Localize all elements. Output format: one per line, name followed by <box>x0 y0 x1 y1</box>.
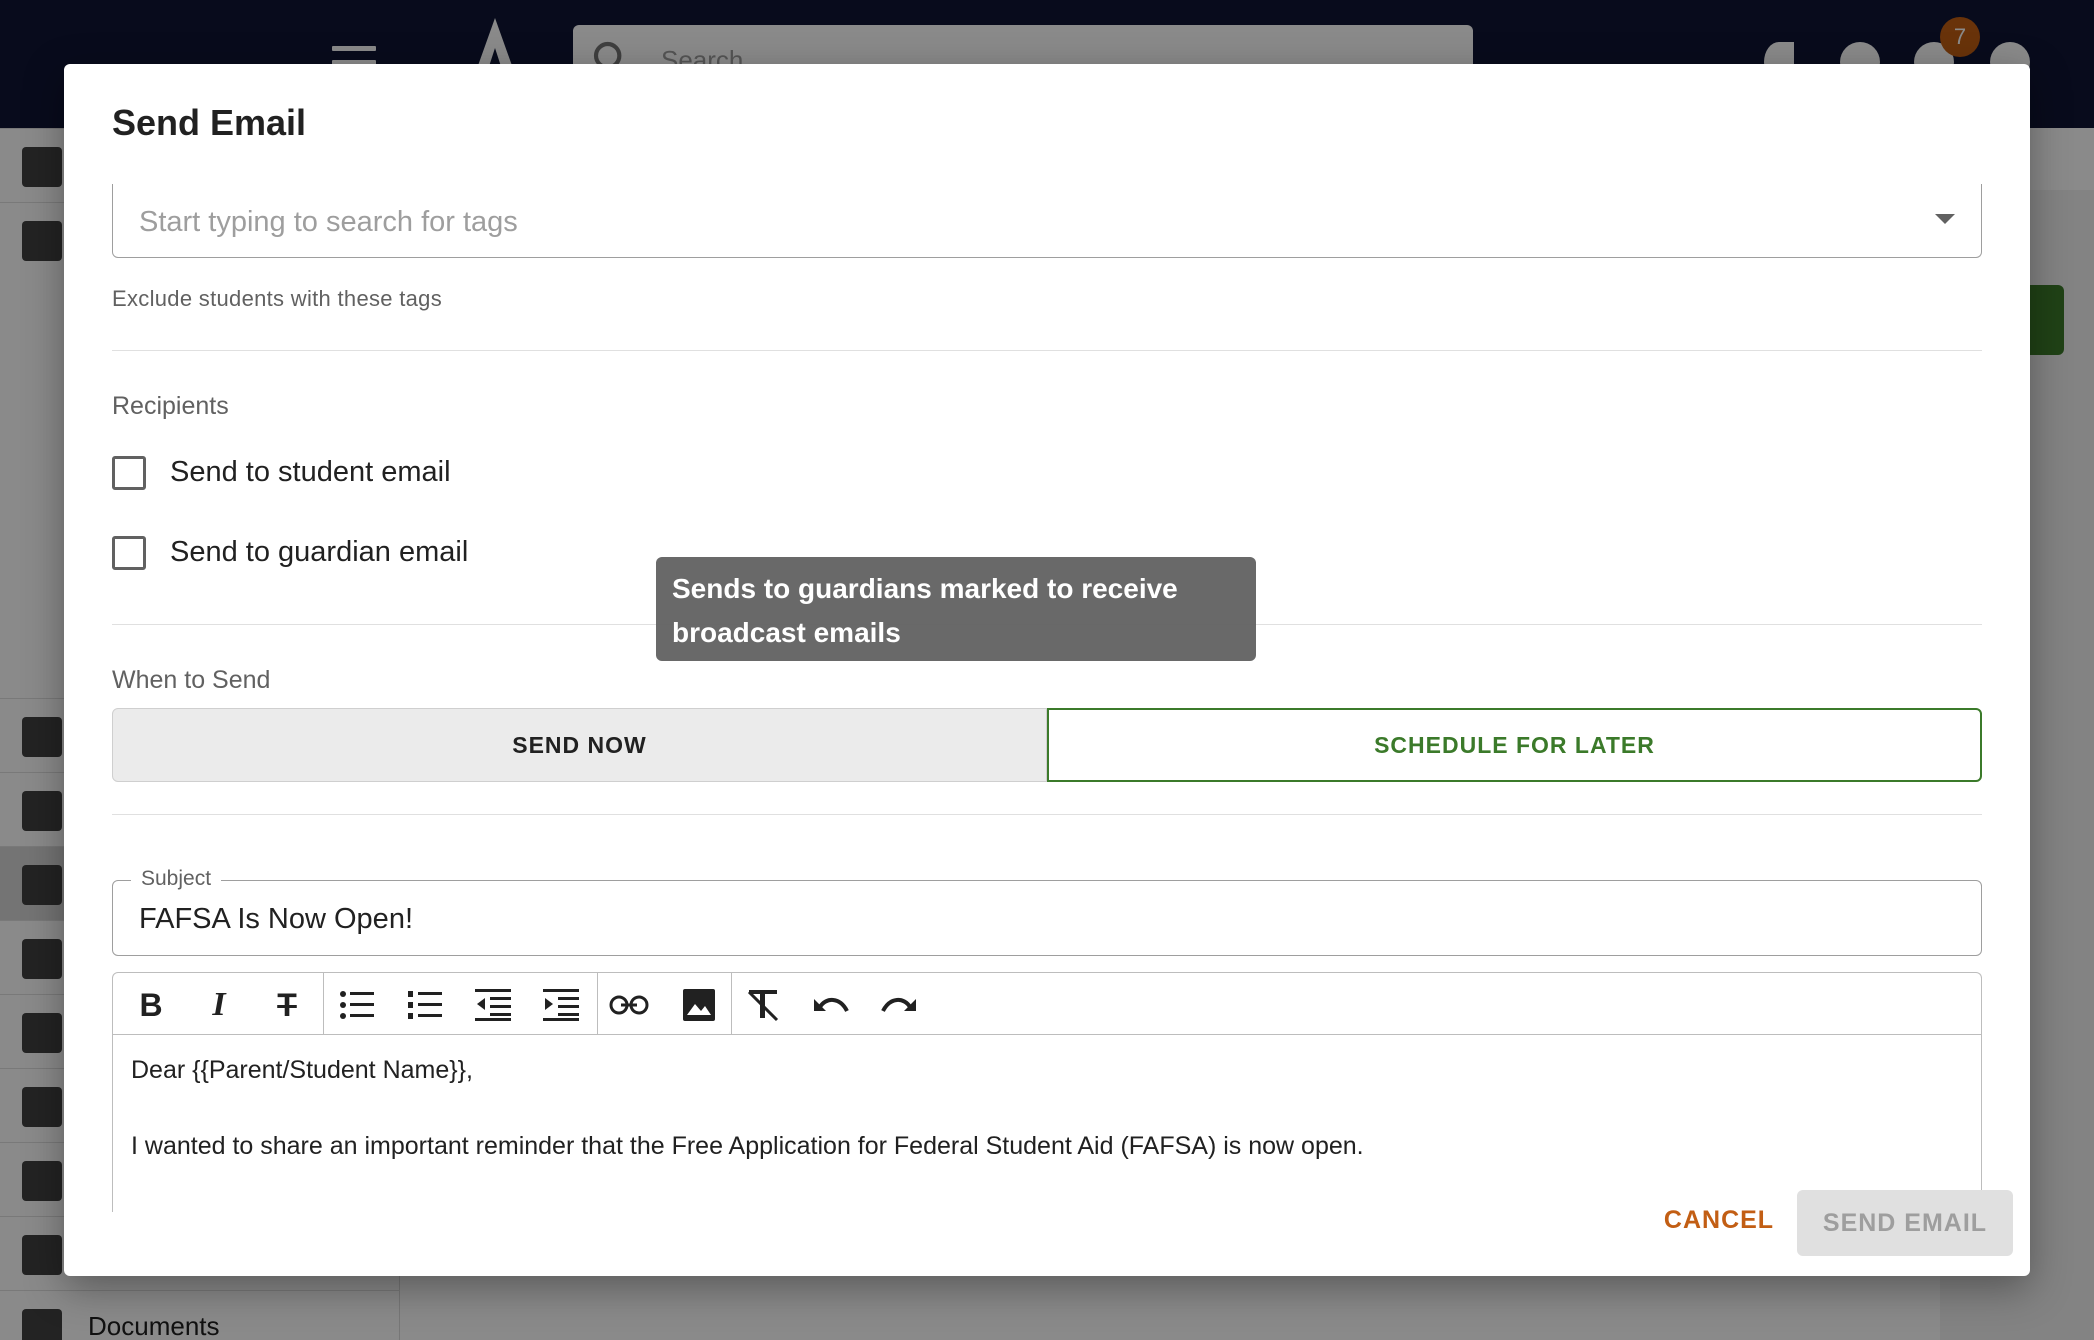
toolbar-separator <box>323 973 324 1035</box>
send-now-button[interactable]: SEND NOW <box>112 708 1047 782</box>
strikethrough-icon[interactable]: T <box>263 981 311 1029</box>
italic-icon[interactable]: I <box>195 981 243 1029</box>
outdent-icon[interactable] <box>469 981 517 1029</box>
redo-icon[interactable] <box>875 981 923 1029</box>
subject-value[interactable]: FAFSA Is Now Open! <box>139 903 413 936</box>
chevron-down-icon[interactable] <box>1935 214 1955 224</box>
guardian-email-checkbox[interactable] <box>112 536 146 570</box>
divider <box>112 350 1982 351</box>
exclude-tags-input[interactable]: Start typing to search for tags <box>112 184 1982 258</box>
dialog-title: Send Email <box>112 102 307 143</box>
editor-line: I wanted to share an important reminder … <box>131 1132 1364 1160</box>
clear-format-icon[interactable] <box>739 981 787 1029</box>
guardian-email-label[interactable]: Send to guardian email <box>170 536 468 569</box>
link-icon[interactable] <box>605 981 653 1029</box>
bullet-list-icon[interactable] <box>333 981 381 1029</box>
subject-field[interactable]: Subject FAFSA Is Now Open! <box>112 867 1982 956</box>
editor-line: Dear {{Parent/Student Name}}, <box>131 1056 473 1084</box>
recipients-label: Recipients <box>112 392 229 420</box>
when-to-send-label: When to Send <box>112 666 271 694</box>
editor-toolbar: B I T <box>113 973 1981 1035</box>
exclude-tags-hint: Exclude students with these tags <box>112 286 443 311</box>
student-email-label[interactable]: Send to student email <box>170 456 451 489</box>
divider <box>112 814 1982 815</box>
image-icon[interactable] <box>675 981 723 1029</box>
bold-icon[interactable]: B <box>127 981 175 1029</box>
editor-content[interactable]: Dear {{Parent/Student Name}}, I wanted t… <box>131 1051 1364 1165</box>
guardian-email-tooltip: Sends to guardians marked to receive bro… <box>656 557 1256 661</box>
cancel-button[interactable]: CANCEL <box>1644 1190 1794 1250</box>
numbered-list-icon[interactable] <box>401 981 449 1029</box>
student-email-checkbox[interactable] <box>112 456 146 490</box>
email-body-editor[interactable]: B I T Dear {{Parent/Student Name}}, I wa… <box>112 972 1982 1212</box>
tags-placeholder: Start typing to search for tags <box>139 206 518 238</box>
send-email-button[interactable]: SEND EMAIL <box>1797 1190 2013 1256</box>
toolbar-separator <box>597 973 598 1035</box>
schedule-later-button[interactable]: SCHEDULE FOR LATER <box>1047 708 1982 782</box>
undo-icon[interactable] <box>807 981 855 1029</box>
toolbar-separator <box>731 973 732 1035</box>
indent-icon[interactable] <box>537 981 585 1029</box>
subject-legend: Subject <box>131 867 222 891</box>
send-email-dialog: Send Email Start typing to search for ta… <box>64 64 2030 1276</box>
send-timing-toggle: SEND NOW SCHEDULE FOR LATER <box>112 708 1982 782</box>
